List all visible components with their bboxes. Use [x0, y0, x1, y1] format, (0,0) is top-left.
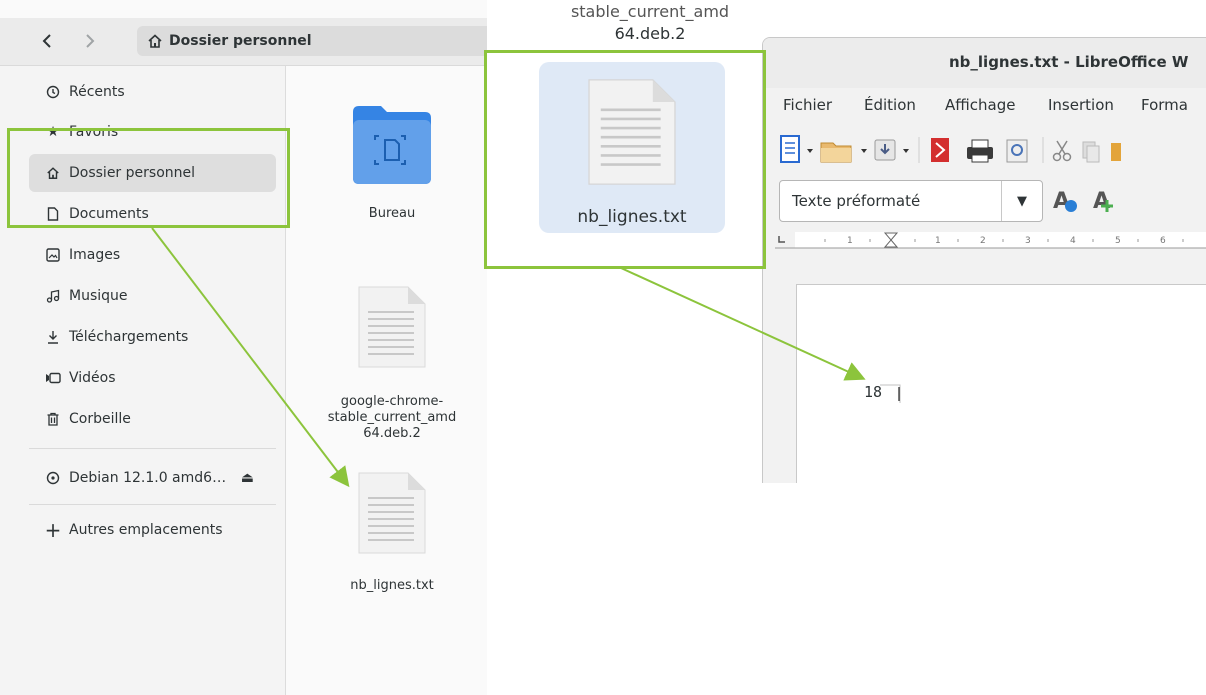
arrow-to-file-view: [151, 227, 350, 488]
arrow-to-document: [620, 267, 866, 381]
annotation-arrows: [151, 227, 866, 488]
